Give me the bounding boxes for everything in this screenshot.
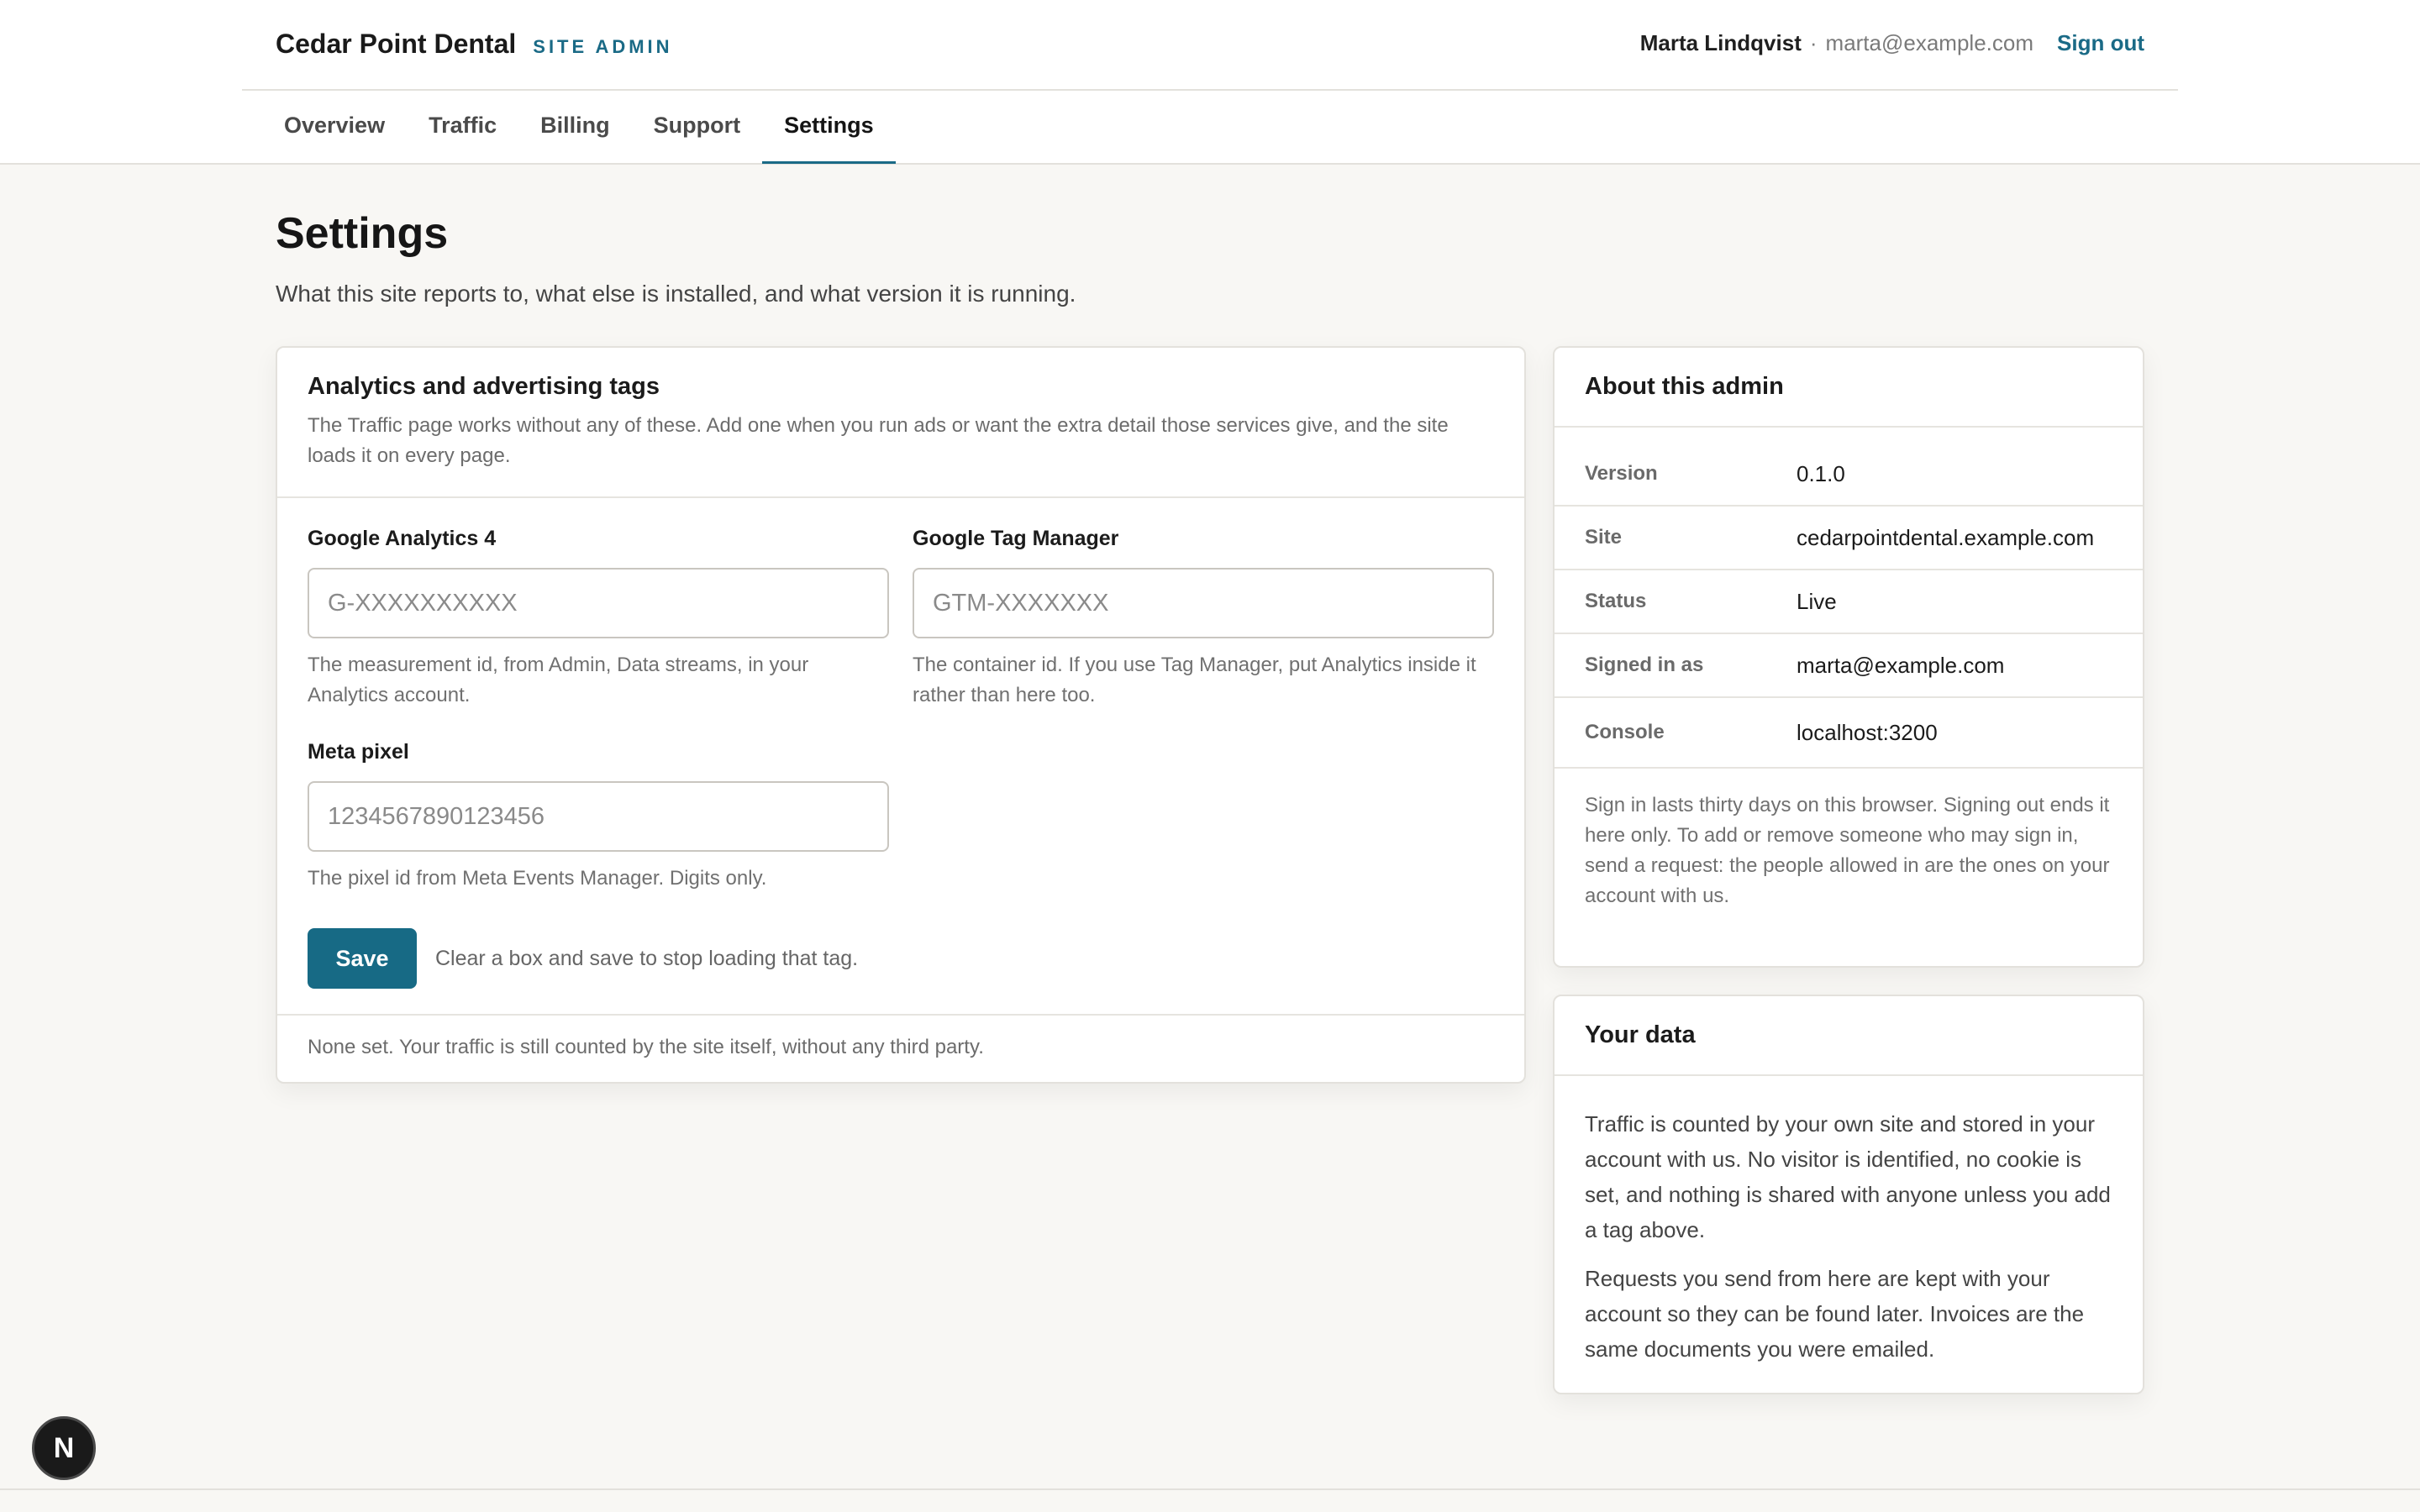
status-value: Live (1797, 588, 1837, 614)
meta-label: Meta pixel (308, 740, 409, 764)
gtm-label: Google Tag Manager (913, 527, 1119, 550)
ga4-help: The measurement id, from Admin, Data str… (308, 654, 809, 706)
user-email: marta@example.com (1825, 30, 2034, 55)
console-value: localhost:3200 (1797, 719, 1938, 745)
user-area: Marta Lindqvist · marta@example.com Sign… (1640, 30, 2144, 56)
about-row-status: Status Live (1555, 570, 2143, 634)
tags-card-header: Analytics and advertising tags The Traff… (277, 348, 1524, 498)
sign-out-link[interactable]: Sign out (2057, 30, 2144, 56)
tab-settings[interactable]: Settings (762, 89, 896, 164)
tab-overview[interactable]: Overview (262, 89, 407, 164)
save-row: Save Clear a box and save to stop loadin… (308, 928, 858, 989)
tags-card: Analytics and advertising tags The Traff… (276, 346, 1526, 1084)
save-hint: Clear a box and save to stop loading tha… (435, 946, 859, 970)
tags-card-title: Analytics and advertising tags (308, 373, 660, 400)
about-details: Version 0.1.0 Site cedarpointdental.exam… (1555, 428, 2143, 769)
top-bar: Cedar Point Dental SITE ADMIN Marta Lind… (0, 0, 2420, 165)
about-row-version: Version 0.1.0 (1555, 443, 2143, 507)
ga4-label: Google Analytics 4 (308, 527, 497, 550)
tags-card-description: The Traffic page works without any of th… (308, 414, 1449, 467)
tab-support[interactable]: Support (632, 89, 762, 164)
meta-help: The pixel id from Meta Events Manager. D… (308, 867, 767, 890)
gtm-help: The container id. If you use Tag Manager… (913, 654, 1476, 706)
about-card-header: About this admin (1555, 348, 2143, 428)
status-key: Status (1585, 590, 1647, 612)
signed-in-value: marta@example.com (1797, 652, 2005, 678)
console-key: Console (1585, 721, 1665, 743)
your-data-header: Your data (1555, 996, 2143, 1076)
page-header: Settings What this site reports to, what… (276, 208, 1076, 307)
meta-field: Meta pixel The pixel id from Meta Events… (308, 740, 889, 894)
your-data-body: Traffic is counted by your own site and … (1555, 1076, 2143, 1367)
your-data-paragraph: Traffic is counted by your own site and … (1585, 1111, 2111, 1242)
about-card: About this admin Version 0.1.0 Site ceda… (1553, 346, 2144, 968)
nextjs-icon-label: N (53, 1431, 75, 1464)
nextjs-icon[interactable]: N (32, 1416, 96, 1480)
gtm-field: Google Tag Manager The container id. If … (913, 527, 1494, 711)
gtm-input[interactable] (913, 568, 1494, 638)
user-name: Marta Lindqvist (1639, 30, 1802, 55)
meta-input[interactable] (308, 781, 889, 852)
save-button[interactable]: Save (308, 928, 417, 989)
version-key: Version (1585, 462, 1658, 485)
about-note: Sign in lasts thirty days on this browse… (1585, 794, 2110, 907)
brand-tag: SITE ADMIN (533, 36, 673, 57)
about-row-signed-in: Signed in as marta@example.com (1555, 634, 2143, 698)
tab-billing[interactable]: Billing (518, 89, 632, 164)
signed-in-key: Signed in as (1585, 654, 1704, 676)
brand: Cedar Point Dental SITE ADMIN (276, 29, 673, 60)
your-data-paragraph: Requests you send from here are kept wit… (1585, 1266, 2085, 1362)
version-value: 0.1.0 (1797, 460, 1845, 486)
tab-traffic[interactable]: Traffic (407, 89, 518, 164)
main-tabs: Overview Traffic Billing Support Setting… (262, 89, 896, 164)
about-row-console: Console localhost:3200 (1555, 698, 2143, 769)
page-title: Settings (276, 209, 449, 258)
brand-name: Cedar Point Dental (276, 29, 517, 59)
site-key: Site (1585, 526, 1623, 549)
page-subtitle: What this site reports to, what else is … (276, 281, 1076, 307)
ga4-field: Google Analytics 4 The measurement id, f… (308, 527, 889, 711)
about-row-site: Site cedarpointdental.example.com (1555, 507, 2143, 570)
header-row: Cedar Point Dental SITE ADMIN Marta Lind… (242, 0, 2178, 91)
tags-form: Google Analytics 4 The measurement id, f… (277, 498, 1524, 1014)
footer-divider (0, 1488, 2420, 1490)
your-data-card: Your data Traffic is counted by your own… (1553, 995, 2144, 1394)
user-separator: · (1809, 30, 1818, 55)
ga4-input[interactable] (308, 568, 889, 638)
about-card-title: About this admin (1585, 373, 1784, 400)
site-value: cedarpointdental.example.com (1797, 524, 2095, 550)
tags-card-footer: None set. Your traffic is still counted … (277, 1014, 1524, 1079)
your-data-title: Your data (1585, 1021, 1696, 1048)
